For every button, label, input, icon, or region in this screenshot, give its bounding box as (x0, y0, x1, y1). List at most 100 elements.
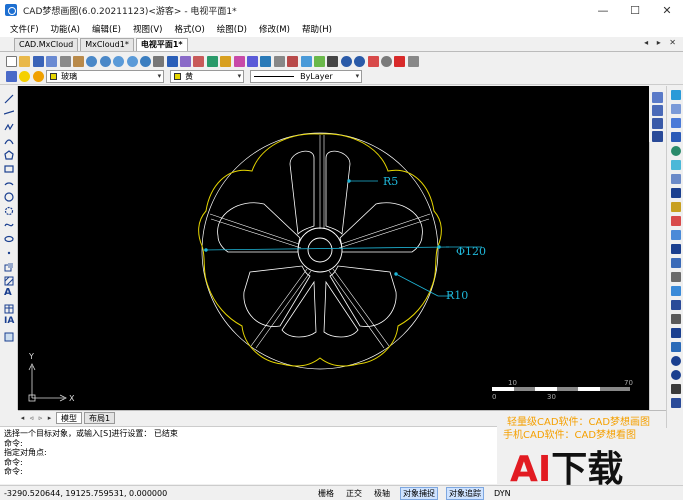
insert-icon[interactable] (300, 55, 312, 67)
fillet-icon[interactable] (671, 286, 681, 296)
rotate-icon[interactable] (206, 55, 218, 67)
copy-object-icon[interactable] (671, 104, 681, 114)
measure-icon[interactable] (153, 55, 165, 67)
chamfer-icon[interactable] (671, 272, 681, 282)
menu-help[interactable]: 帮助(H) (302, 23, 332, 35)
menu-edit[interactable]: 编辑(E) (92, 23, 121, 35)
match-properties-icon[interactable] (220, 55, 232, 67)
polygon-icon[interactable] (4, 150, 14, 160)
view-cube-icon[interactable] (652, 92, 663, 103)
undo-icon[interactable] (340, 55, 352, 67)
edit-polyline-icon[interactable] (671, 342, 681, 352)
move-icon[interactable] (166, 55, 178, 67)
dimension-icon[interactable] (671, 384, 681, 394)
layer-freeze-icon[interactable] (32, 71, 44, 82)
pdf-export-icon[interactable] (394, 55, 406, 67)
mirror-icon[interactable] (671, 118, 681, 128)
rotate-object-icon[interactable] (671, 146, 681, 156)
move-object-icon[interactable] (671, 132, 681, 142)
save-as-icon[interactable] (46, 55, 58, 67)
layer-state-icon[interactable] (260, 55, 272, 67)
offset-icon[interactable] (671, 174, 681, 184)
tab-scroll-controls[interactable]: ◂ ▸ ✕ (644, 38, 679, 47)
menu-file[interactable]: 文件(F) (10, 23, 39, 35)
text-icon[interactable]: A (4, 288, 14, 298)
point-icon[interactable] (4, 248, 14, 258)
next-tab-icon[interactable]: ▹ (36, 414, 45, 422)
properties-icon[interactable] (273, 55, 285, 67)
cut-icon[interactable] (193, 55, 205, 67)
first-tab-icon[interactable]: ◂ (18, 414, 27, 422)
stretch-icon[interactable] (671, 230, 681, 240)
view-side-icon[interactable] (652, 131, 663, 142)
scale-icon[interactable] (671, 160, 681, 170)
maximize-button[interactable]: ☐ (619, 0, 651, 20)
align-icon[interactable] (671, 328, 681, 338)
multiline-text-icon[interactable]: IA (4, 316, 18, 326)
command-scrollbar[interactable] (666, 428, 683, 484)
arc-icon[interactable] (4, 178, 14, 188)
line-icon[interactable] (4, 94, 14, 104)
zoom-extents-icon[interactable] (126, 55, 138, 67)
layer-icon[interactable] (247, 55, 259, 67)
polyline-icon[interactable] (4, 122, 14, 132)
layer-manager-icon[interactable] (6, 71, 17, 82)
pan-icon[interactable] (72, 55, 84, 67)
text-style-icon[interactable] (327, 55, 339, 67)
erase-icon[interactable] (367, 55, 379, 67)
circle-icon[interactable] (4, 192, 14, 202)
extend-icon[interactable] (671, 216, 681, 226)
tab-cad-mxcloud[interactable]: CAD.MxCloud (14, 38, 79, 51)
object-tracking-toggle[interactable]: 对象追踪 (446, 486, 484, 500)
ortho-toggle[interactable]: 正交 (344, 488, 364, 499)
save-icon[interactable] (32, 55, 44, 67)
print-preview-icon[interactable] (407, 55, 419, 67)
block-icon[interactable] (287, 55, 299, 67)
tab-tv-plan[interactable]: 电视平面1* (135, 38, 188, 51)
redo-icon[interactable] (354, 55, 366, 67)
menu-view[interactable]: 视图(V) (133, 23, 162, 35)
brush-icon[interactable] (233, 55, 245, 67)
revision-cloud-icon[interactable] (4, 206, 14, 216)
spline-icon[interactable] (4, 220, 14, 230)
erase-object-icon[interactable] (671, 90, 681, 100)
lengthen-icon[interactable] (671, 314, 681, 324)
tab-mxcloud1[interactable]: MxCloud1* (80, 38, 134, 51)
image-icon[interactable] (313, 55, 325, 67)
settings-icon[interactable] (380, 55, 392, 67)
join-icon[interactable] (671, 258, 681, 268)
polar-toggle[interactable]: 极轴 (372, 488, 392, 499)
view-top-icon[interactable] (652, 105, 663, 116)
arc-polyline-icon[interactable] (4, 136, 14, 146)
menu-function[interactable]: 功能(A) (51, 23, 80, 35)
menu-modify[interactable]: 修改(M) (259, 23, 290, 35)
new-file-icon[interactable] (6, 55, 17, 67)
zoom-realtime-icon[interactable] (139, 55, 151, 67)
zoom-out-icon[interactable] (99, 55, 111, 67)
grid-toggle[interactable]: 栅格 (316, 488, 336, 499)
array-icon[interactable] (671, 188, 681, 198)
object-snap-toggle[interactable]: 对象捕捉 (400, 486, 438, 500)
zoom-in-icon[interactable] (86, 55, 98, 67)
open-folder-icon[interactable] (19, 55, 31, 67)
menu-format[interactable]: 格式(O) (174, 23, 204, 35)
command-window[interactable]: 选择一个目标对象，或输入[S]进行设置： 已结束 命令: 指定对角点: 命令: … (0, 426, 497, 484)
prev-tab-icon[interactable]: ◃ (27, 414, 36, 422)
dynamic-input-toggle[interactable]: DYN (492, 489, 513, 498)
color-select[interactable]: 黄 ▾ (170, 70, 245, 83)
last-tab-icon[interactable]: ▸ (45, 414, 54, 422)
command-prompt[interactable]: 命令: (4, 467, 497, 477)
close-button[interactable]: ✕ (651, 0, 683, 20)
restrict-icon[interactable] (671, 370, 681, 380)
tab-model[interactable]: 模型 (56, 412, 82, 424)
tab-layout1[interactable]: 布局1 (84, 412, 116, 424)
view-front-icon[interactable] (652, 118, 663, 129)
explode-icon[interactable] (671, 300, 681, 310)
zoom-window-icon[interactable] (113, 55, 125, 67)
no-entry-icon[interactable] (671, 356, 681, 366)
drawing-canvas[interactable]: R5 Φ120 R10 Y X 0 10 30 70 (18, 86, 649, 410)
copy-icon[interactable] (180, 55, 192, 67)
menu-draw[interactable]: 绘图(D) (217, 23, 247, 35)
linetype-select[interactable]: ByLayer ▾ (250, 70, 363, 83)
insert-block-icon[interactable] (4, 262, 14, 272)
